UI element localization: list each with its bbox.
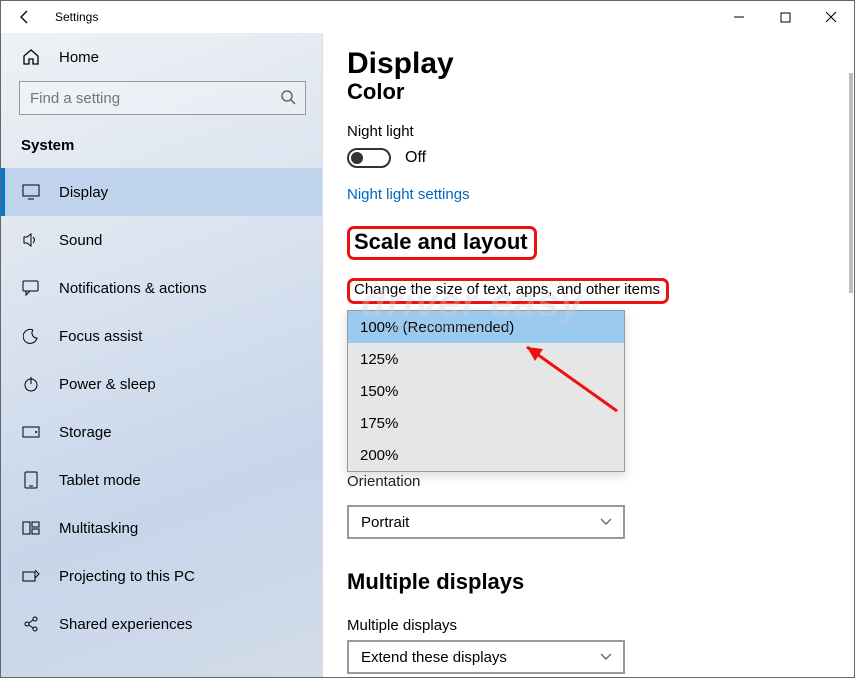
tablet-icon xyxy=(21,470,41,490)
sidebar-item-power[interactable]: Power & sleep xyxy=(1,360,322,408)
scale-option-175[interactable]: 175% xyxy=(348,407,624,439)
window-title: Settings xyxy=(55,10,98,24)
project-icon xyxy=(21,566,41,586)
scale-option-200[interactable]: 200% xyxy=(348,439,624,471)
search-input[interactable] xyxy=(19,81,306,115)
power-icon xyxy=(21,374,41,394)
multiple-displays-heading: Multiple displays xyxy=(347,569,854,595)
sidebar-item-tablet[interactable]: Tablet mode xyxy=(1,456,322,504)
arrow-left-icon xyxy=(17,9,33,25)
speaker-icon xyxy=(21,230,41,250)
sidebar-item-multitasking[interactable]: Multitasking xyxy=(1,504,322,552)
scale-label: Change the size of text, apps, and other… xyxy=(354,281,660,298)
sidebar: Home System Display Sound Notificati xyxy=(1,33,323,678)
sidebar-item-label: Display xyxy=(59,184,108,201)
sidebar-item-projecting[interactable]: Projecting to this PC xyxy=(1,552,322,600)
orientation-label: Orientation xyxy=(347,473,854,490)
sidebar-item-label: Projecting to this PC xyxy=(59,568,195,585)
close-button[interactable] xyxy=(808,1,854,33)
highlight-scale-heading: Scale and layout xyxy=(347,226,537,260)
sidebar-item-shared[interactable]: Shared experiences xyxy=(1,600,322,648)
chevron-down-icon xyxy=(599,514,613,531)
home-label: Home xyxy=(59,49,99,66)
night-light-settings-link[interactable]: Night light settings xyxy=(347,186,470,203)
maximize-button[interactable] xyxy=(762,1,808,33)
drive-icon xyxy=(21,422,41,442)
night-light-toggle[interactable] xyxy=(347,148,391,168)
search-icon xyxy=(280,89,296,110)
multiple-displays-combobox[interactable]: Extend these displays xyxy=(347,640,625,674)
sidebar-item-label: Focus assist xyxy=(59,328,142,345)
sidebar-item-sound[interactable]: Sound xyxy=(1,216,322,264)
sidebar-category: System xyxy=(1,129,322,168)
back-button[interactable] xyxy=(1,1,49,33)
home-icon xyxy=(21,47,41,67)
sidebar-item-storage[interactable]: Storage xyxy=(1,408,322,456)
sidebar-home[interactable]: Home xyxy=(1,33,322,81)
night-light-state: Off xyxy=(405,149,426,167)
monitor-icon xyxy=(21,182,41,202)
multiple-displays-label: Multiple displays xyxy=(347,617,854,634)
multitask-icon xyxy=(21,518,41,538)
page-title: Display xyxy=(347,47,854,81)
scale-option-125[interactable]: 125% xyxy=(348,343,624,375)
orientation-value: Portrait xyxy=(361,514,409,531)
highlight-scale-label: Change the size of text, apps, and other… xyxy=(347,278,669,304)
maximize-icon xyxy=(780,12,791,23)
color-heading: Color xyxy=(347,79,854,105)
minimize-icon xyxy=(733,11,745,23)
scrollbar-thumb[interactable] xyxy=(849,73,853,293)
night-light-label: Night light xyxy=(347,123,854,140)
scale-dropdown-open[interactable]: 100% (Recommended) 125% 150% 175% 200% xyxy=(347,310,625,472)
scale-heading: Scale and layout xyxy=(354,229,528,254)
orientation-combobox[interactable]: Portrait xyxy=(347,505,625,539)
sidebar-item-label: Tablet mode xyxy=(59,472,141,489)
main-panel: Display Color Night light Off Night ligh… xyxy=(323,33,854,677)
multiple-displays-value: Extend these displays xyxy=(361,649,507,666)
sidebar-item-label: Multitasking xyxy=(59,520,138,537)
scale-option-100[interactable]: 100% (Recommended) xyxy=(348,311,624,343)
close-icon xyxy=(825,11,837,23)
sidebar-item-label: Shared experiences xyxy=(59,616,192,633)
moon-icon xyxy=(21,326,41,346)
sidebar-item-notifications[interactable]: Notifications & actions xyxy=(1,264,322,312)
sidebar-item-label: Notifications & actions xyxy=(59,280,207,297)
scale-option-150[interactable]: 150% xyxy=(348,375,624,407)
sidebar-item-label: Storage xyxy=(59,424,112,441)
sidebar-item-display[interactable]: Display xyxy=(1,168,322,216)
share-icon xyxy=(21,614,41,634)
chat-icon xyxy=(21,278,41,298)
sidebar-item-focus-assist[interactable]: Focus assist xyxy=(1,312,322,360)
sidebar-item-label: Sound xyxy=(59,232,102,249)
chevron-down-icon xyxy=(599,649,613,666)
sidebar-item-label: Power & sleep xyxy=(59,376,156,393)
minimize-button[interactable] xyxy=(716,1,762,33)
